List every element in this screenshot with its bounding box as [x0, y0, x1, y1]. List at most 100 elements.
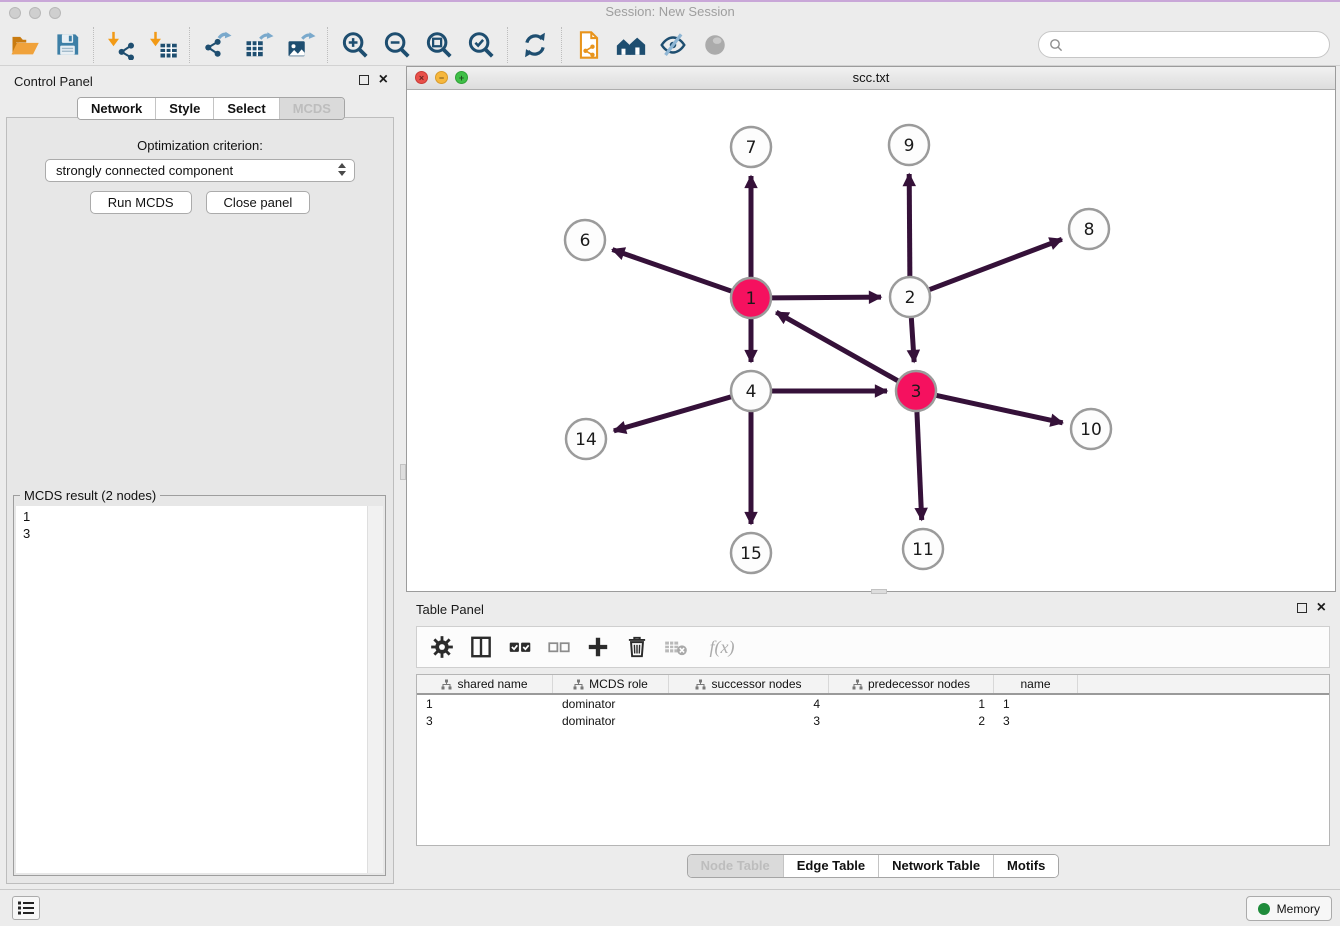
attribute-icon [852, 679, 863, 690]
table-cell[interactable]: 1 [994, 697, 1078, 711]
node-label-14: 14 [575, 430, 597, 450]
table-cell[interactable]: 4 [669, 697, 829, 711]
refresh-button[interactable] [514, 27, 556, 63]
edge-1-6[interactable] [612, 250, 731, 292]
criterion-select[interactable]: strongly connected component [45, 159, 355, 182]
table-tabs-bar: Node TableEdge TableNetwork TableMotifs [406, 854, 1340, 878]
select-stepper-icon [338, 163, 346, 176]
sphere-button[interactable] [694, 27, 736, 63]
network-canvas[interactable]: 7968124314101511 [407, 89, 1335, 591]
network-file-icon [575, 30, 603, 60]
tab-select[interactable]: Select [214, 98, 279, 119]
task-history-button[interactable] [12, 896, 40, 920]
column-header-mcds-role[interactable]: MCDS role [553, 675, 669, 693]
main-toolbar [0, 24, 1340, 66]
table-cell[interactable]: 1 [417, 697, 553, 711]
zoom-fit-button[interactable] [418, 27, 460, 63]
node-label-9: 9 [904, 136, 915, 156]
edge-3-11[interactable] [917, 412, 922, 520]
column-header-shared-name[interactable]: shared name [417, 675, 553, 693]
table-cell[interactable]: 3 [417, 714, 553, 728]
import-network-button[interactable] [100, 27, 142, 63]
save-session-button[interactable] [46, 27, 88, 63]
node-table: shared nameMCDS rolesuccessor nodesprede… [416, 674, 1330, 846]
close-table-panel-icon[interactable]: × [1317, 603, 1326, 613]
node-label-7: 7 [746, 138, 757, 158]
table-options-button[interactable] [427, 633, 457, 661]
export-table-button[interactable] [238, 27, 280, 63]
clone-network-button[interactable] [568, 27, 610, 63]
export-network-button[interactable] [196, 27, 238, 63]
export-image-button[interactable] [280, 27, 322, 63]
column-header-name[interactable]: name [994, 675, 1078, 693]
show-columns-button[interactable] [466, 633, 496, 661]
zoom-out-button[interactable] [376, 27, 418, 63]
edge-2-3[interactable] [911, 318, 914, 362]
search-input[interactable] [1069, 36, 1319, 53]
delete-table-button[interactable] [661, 633, 691, 661]
import-table-button[interactable] [142, 27, 184, 63]
float-panel-icon[interactable] [359, 75, 369, 85]
tab-network-table[interactable]: Network Table [879, 855, 994, 877]
hide-panel-button[interactable] [652, 27, 694, 63]
tab-style[interactable]: Style [156, 98, 214, 119]
table-cell[interactable]: 3 [994, 714, 1078, 728]
open-session-button[interactable] [4, 27, 46, 63]
tab-motifs[interactable]: Motifs [994, 855, 1058, 877]
table-row[interactable]: 1dominator411 [417, 695, 1329, 712]
window-zoom-button[interactable] [49, 7, 61, 19]
delete-column-button[interactable] [622, 633, 652, 661]
window-title: Session: New Session [0, 2, 1340, 22]
open-folder-icon [10, 30, 40, 60]
add-column-button[interactable] [583, 633, 613, 661]
run-mcds-button[interactable]: Run MCDS [90, 191, 192, 214]
zoom-selected-button[interactable] [460, 27, 502, 63]
table-cell[interactable]: dominator [553, 714, 669, 728]
sphere-icon [702, 32, 728, 58]
table-cell[interactable]: dominator [553, 697, 669, 711]
optimization-criterion-label: Optimization criterion: [7, 138, 393, 153]
mcds-result-title: MCDS result (2 nodes) [20, 488, 160, 503]
tab-edge-table[interactable]: Edge Table [784, 855, 879, 877]
table-header-row: shared nameMCDS rolesuccessor nodesprede… [417, 675, 1329, 695]
control-panel-header: Control Panel × [0, 66, 400, 96]
edge-2-9[interactable] [909, 174, 910, 276]
zoom-in-button[interactable] [334, 27, 376, 63]
tab-mcds[interactable]: MCDS [280, 98, 344, 119]
function-builder-button[interactable]: f(x) [700, 633, 744, 661]
edge-3-10[interactable] [937, 395, 1063, 422]
window-close-button[interactable] [9, 7, 21, 19]
column-header-successor-nodes[interactable]: successor nodes [669, 675, 829, 693]
float-table-panel-icon[interactable] [1297, 603, 1307, 613]
close-panel-icon[interactable]: × [379, 75, 388, 85]
frame-maximize-button[interactable]: + [455, 71, 468, 84]
table-cell[interactable]: 3 [669, 714, 829, 728]
edge-3-1[interactable] [776, 312, 897, 380]
tab-node-table[interactable]: Node Table [688, 855, 784, 877]
table-cell[interactable]: 1 [829, 697, 994, 711]
import-table-icon [148, 30, 178, 60]
edge-4-14[interactable] [614, 397, 731, 431]
result-scrollbar[interactable] [367, 506, 383, 873]
frame-minimize-button[interactable]: − [435, 71, 448, 84]
node-label-4: 4 [746, 382, 757, 402]
home-layout-button[interactable] [610, 27, 652, 63]
memory-button[interactable]: Memory [1246, 896, 1332, 921]
edge-1-2[interactable] [772, 297, 881, 298]
zoom-out-icon [382, 30, 412, 60]
mcds-result-area[interactable]: 13 [16, 506, 383, 873]
select-all-button[interactable] [505, 633, 535, 661]
network-frame-titlebar[interactable]: × − + scc.txt [407, 67, 1335, 90]
column-header-predecessor-nodes[interactable]: predecessor nodes [829, 675, 994, 693]
toolbar-separator [189, 27, 191, 63]
table-cell[interactable]: 2 [829, 714, 994, 728]
network-title: scc.txt [407, 67, 1335, 88]
frame-close-button[interactable]: × [415, 71, 428, 84]
edge-2-8[interactable] [930, 239, 1062, 289]
tab-network[interactable]: Network [78, 98, 156, 119]
node-label-2: 2 [905, 288, 916, 308]
close-panel-button[interactable]: Close panel [206, 191, 311, 214]
table-row[interactable]: 3dominator323 [417, 712, 1329, 729]
deselect-all-button[interactable] [544, 633, 574, 661]
window-minimize-button[interactable] [29, 7, 41, 19]
